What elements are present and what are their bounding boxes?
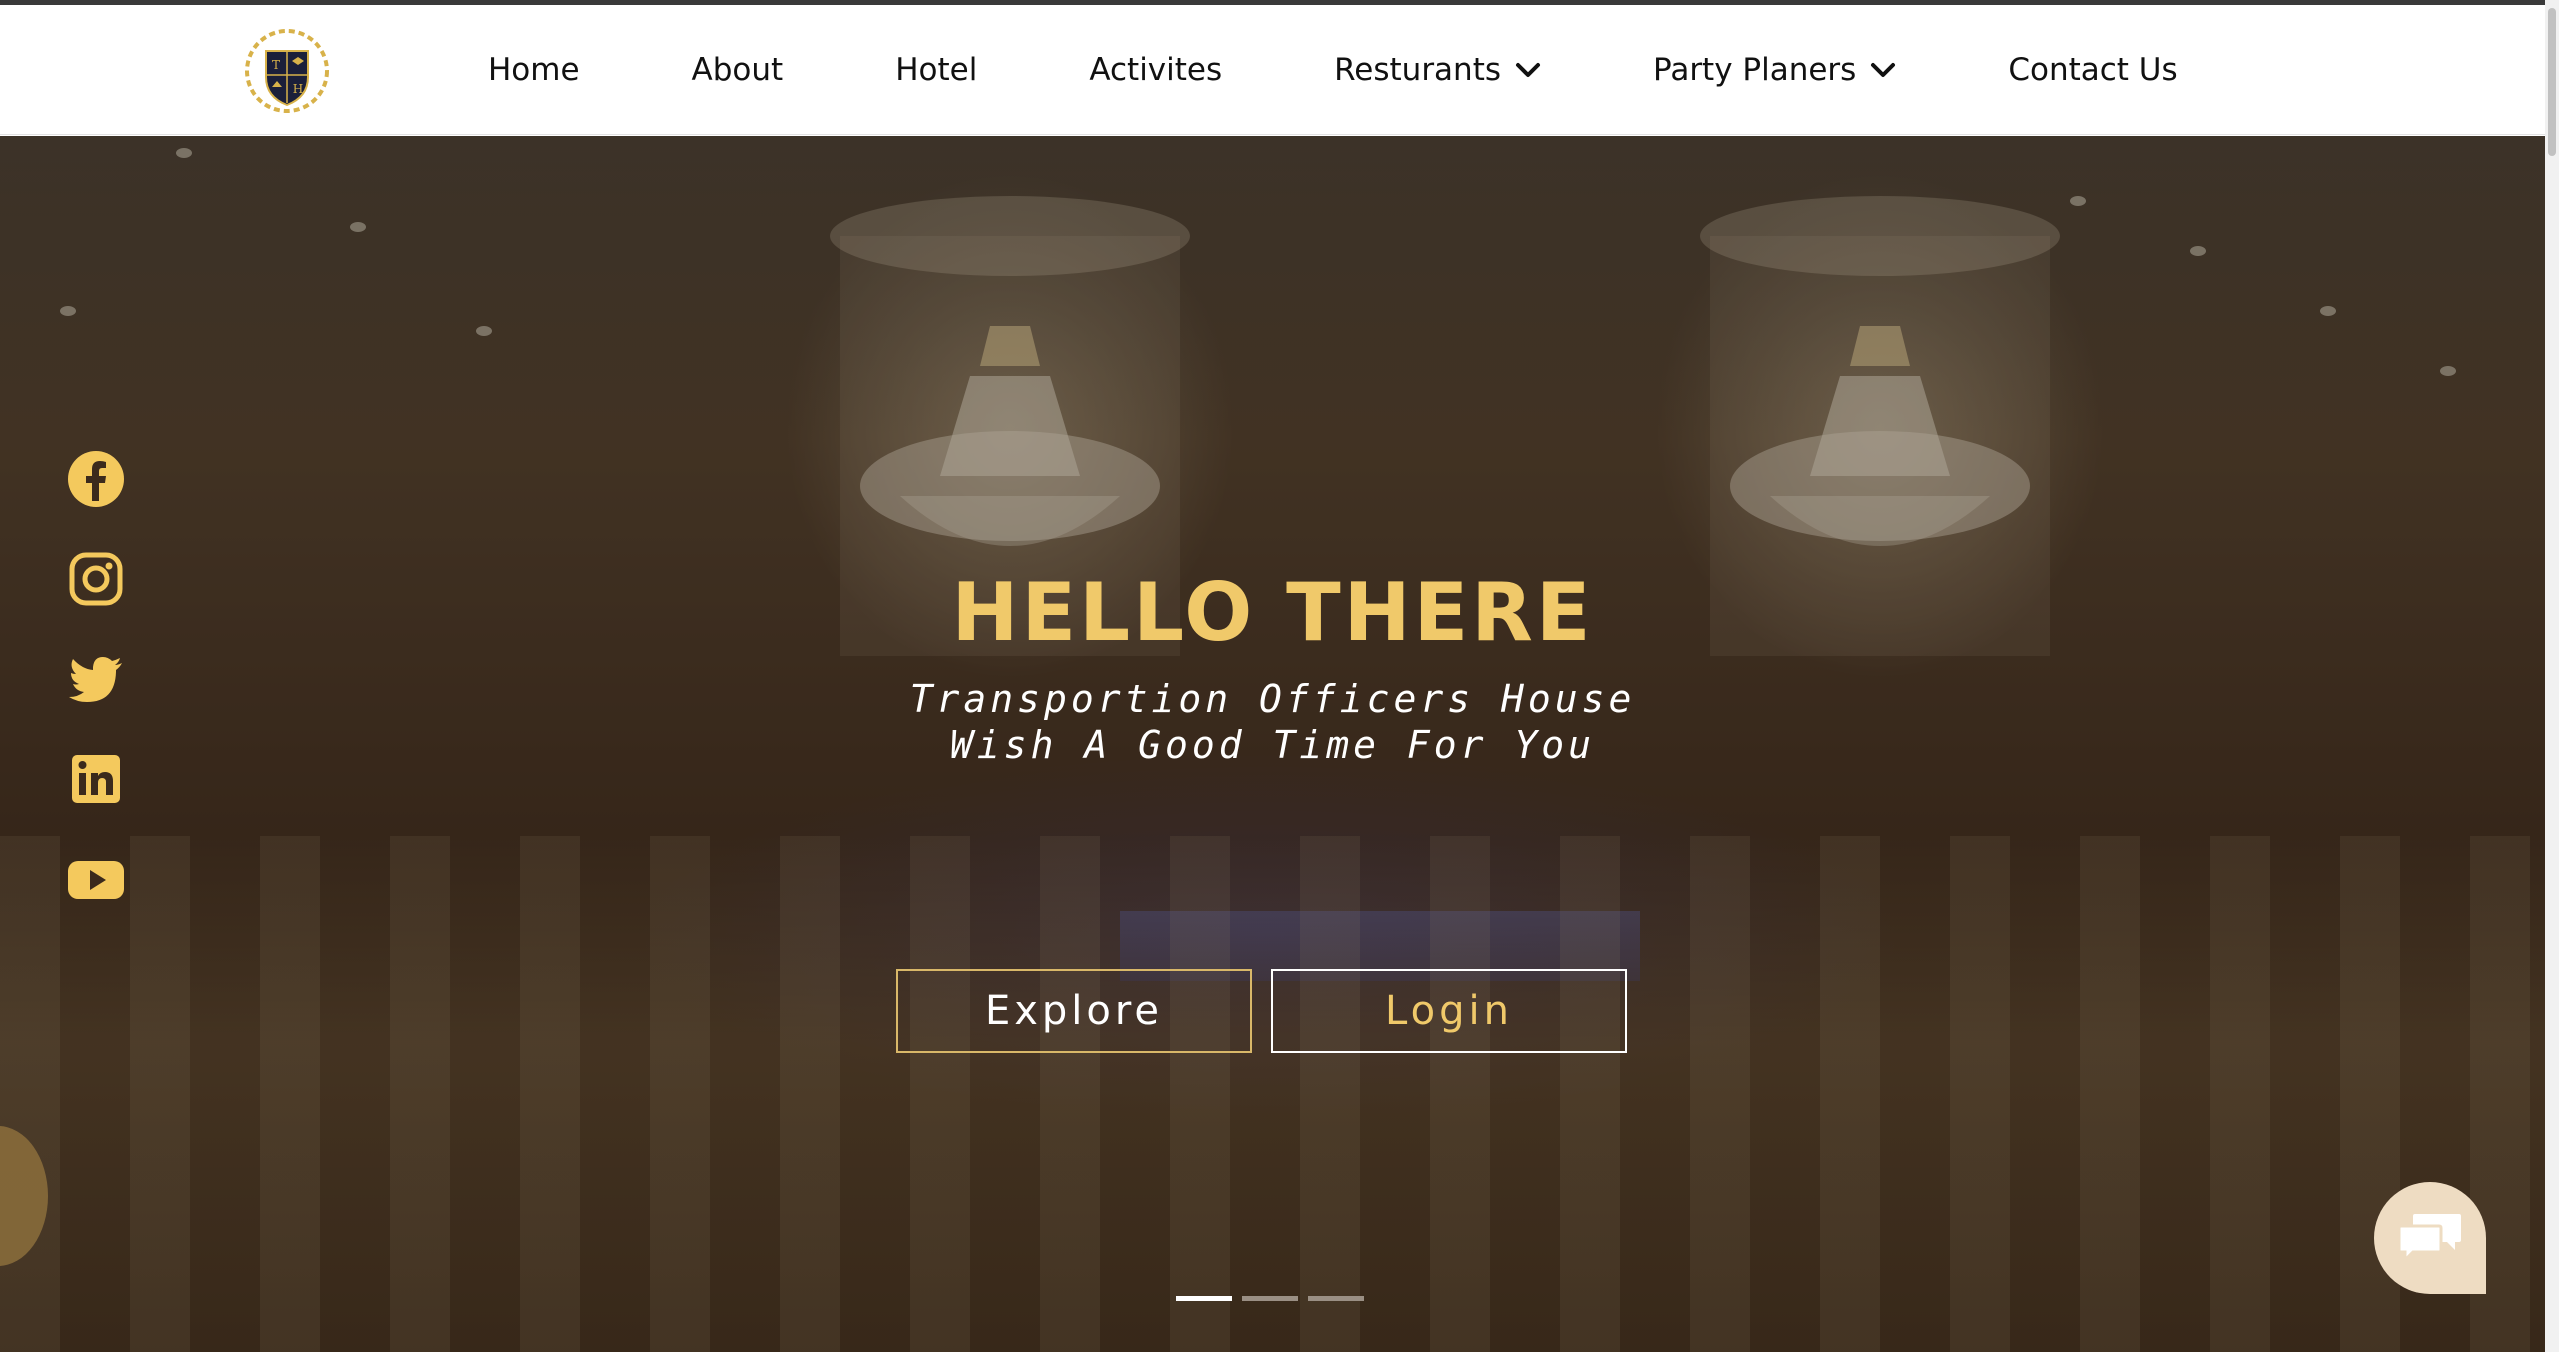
youtube-icon: [68, 861, 124, 899]
carousel-dot-1[interactable]: [1176, 1296, 1232, 1301]
explore-button[interactable]: Explore: [896, 969, 1252, 1053]
carousel-dot-3[interactable]: [1308, 1296, 1364, 1301]
nav-home[interactable]: Home: [488, 52, 580, 88]
nav-contact-us[interactable]: Contact Us: [2008, 52, 2177, 88]
nav-restaurants-label: Resturants: [1334, 52, 1502, 88]
svg-text:T: T: [272, 58, 280, 72]
nav-contact-us-label: Contact Us: [2008, 52, 2178, 88]
hero-subtitle: Transportion Officers House Wish A Good …: [0, 676, 2545, 768]
carousel-dot-2[interactable]: [1242, 1296, 1298, 1301]
nav-about[interactable]: About: [692, 52, 784, 88]
nav-hotel[interactable]: Hotel: [895, 52, 977, 88]
youtube-link[interactable]: [66, 849, 126, 909]
nav-activities-label: Activites: [1089, 52, 1223, 88]
page-scrollbar[interactable]: [2545, 0, 2559, 1352]
nav-hotel-label: Hotel: [895, 52, 978, 88]
nav-activities[interactable]: Activites: [1089, 52, 1222, 88]
crest-logo-icon: T H: [245, 29, 329, 113]
explore-button-label: Explore: [984, 988, 1164, 1034]
nav-restaurants[interactable]: Resturants: [1334, 52, 1541, 88]
svg-text:H: H: [293, 82, 303, 96]
hero-title: HELLO THERE: [951, 566, 1594, 659]
carousel-indicators: [1176, 1296, 1374, 1301]
chevron-down-icon: [1871, 63, 1896, 77]
nav-home-label: Home: [488, 52, 580, 88]
login-button[interactable]: Login: [1271, 969, 1627, 1053]
hero-subtitle-line1: Transportion Officers House: [909, 677, 1636, 721]
chevron-down-icon: [1516, 63, 1541, 77]
hero-subtitle-line2: Wish A Good Time For You: [949, 723, 1596, 767]
chat-bubbles-icon: [2397, 1214, 2461, 1264]
login-button-label: Login: [1385, 988, 1513, 1034]
nav-about-label: About: [691, 52, 784, 88]
chat-button[interactable]: [2374, 1182, 2486, 1294]
main-nav: Home About Hotel Activites Resturants Pa…: [488, 5, 2178, 135]
nav-party-planners-label: Party Planers: [1653, 52, 1857, 88]
scrollbar-thumb[interactable]: [2548, 8, 2556, 156]
nav-party-planners[interactable]: Party Planers: [1653, 52, 1896, 88]
site-logo[interactable]: T H: [244, 27, 330, 115]
facebook-link[interactable]: [66, 449, 126, 509]
site-header: T H Home About Hotel Activites Resturant…: [0, 5, 2545, 135]
hero-banner: HELLO THERE Transportion Officers House …: [0, 136, 2545, 1352]
facebook-icon: [68, 451, 124, 507]
